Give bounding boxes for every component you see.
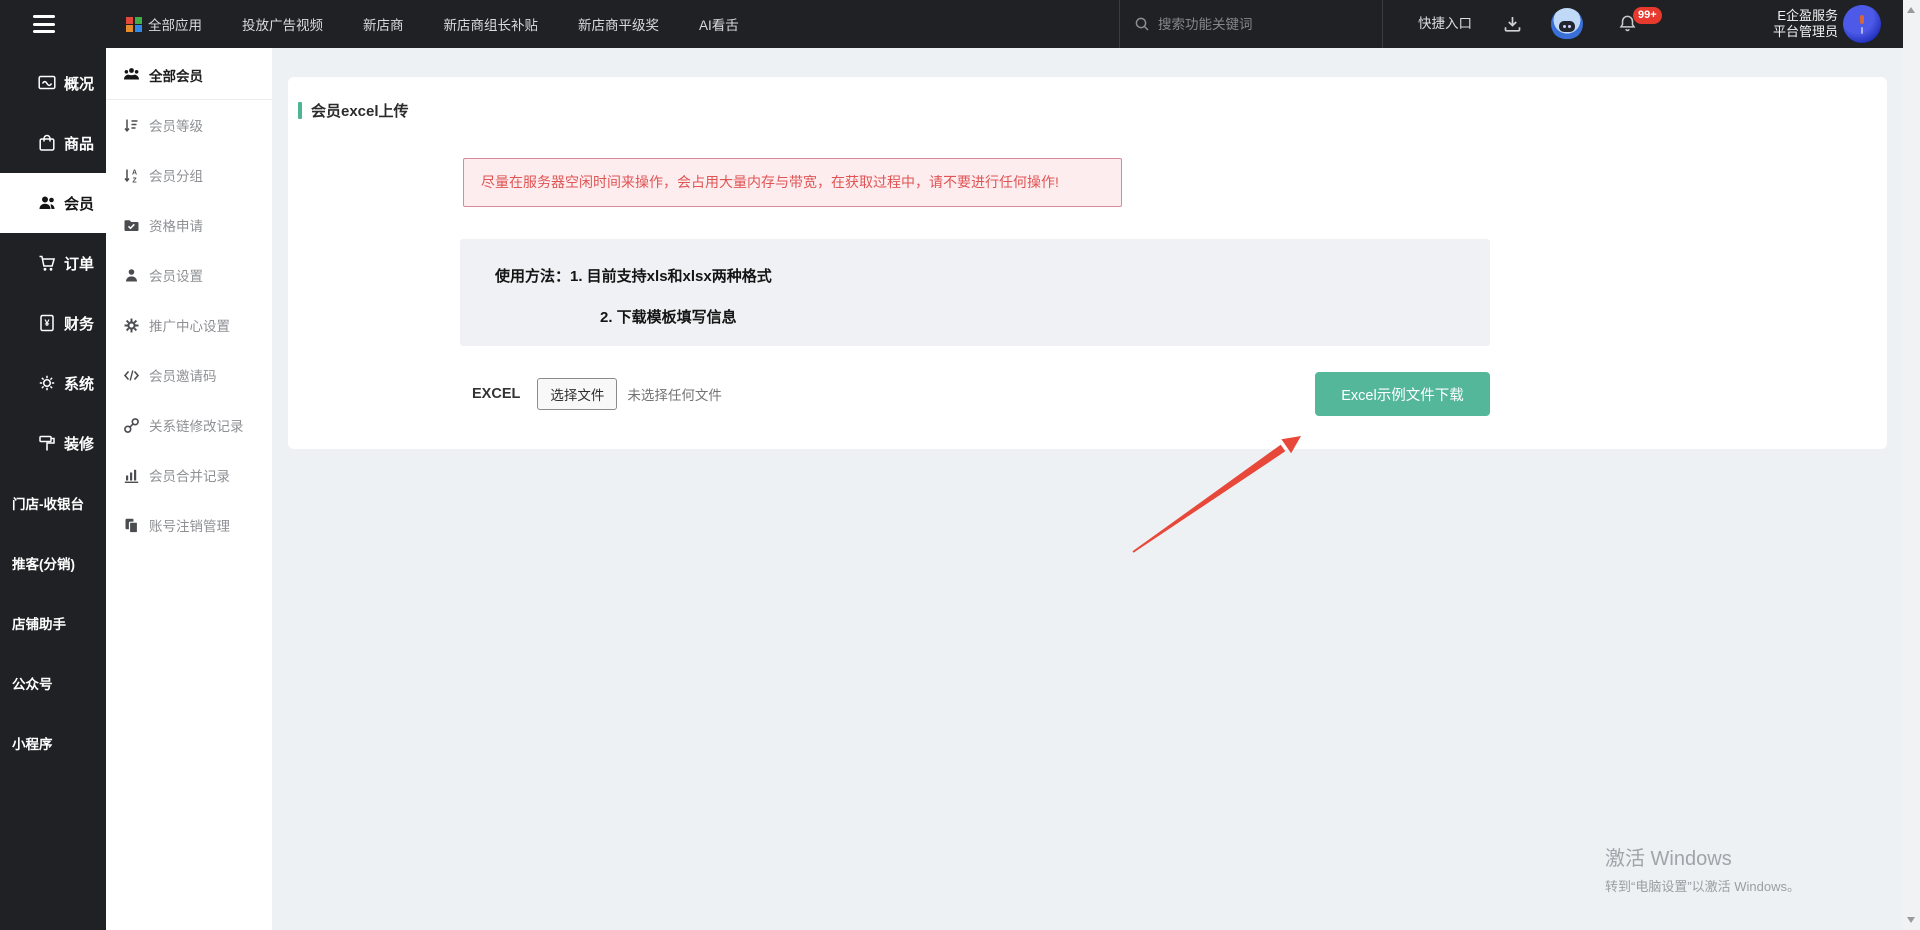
folder-check-icon bbox=[123, 217, 140, 234]
sidebar-item-store-cashier[interactable]: 门店-收银台 bbox=[0, 473, 106, 533]
user-role: 平台管理员 bbox=[1752, 24, 1838, 40]
topbar: 全部应用 投放广告视频 新店商 新店商组长补贴 新店商平级奖 AI看舌 快捷入口… bbox=[0, 0, 1903, 48]
sidebar-item-distribution[interactable]: 推客(分销) bbox=[0, 533, 106, 593]
submenu-member-settings[interactable]: 会员设置 bbox=[106, 250, 272, 300]
chain-link-icon bbox=[123, 417, 140, 434]
sidebar-item-decorate[interactable]: 装修 bbox=[0, 413, 106, 473]
quick-entry-link[interactable]: 快捷入口 bbox=[1418, 0, 1472, 48]
usage-line-2: 2. 下载模板填写信息 bbox=[600, 306, 737, 327]
main-content: 会员excel上传 尽量在服务器空闲时间来操作，会占用大量内存与带宽，在获取过程… bbox=[272, 48, 1903, 930]
member-submenu: 全部会员 会员等级 AZ 会员分组 资格申请 会员设置 推广中心设置 bbox=[106, 48, 272, 930]
scrollbar-down-arrow[interactable] bbox=[1907, 917, 1915, 923]
page-title: 会员excel上传 bbox=[311, 100, 409, 121]
sidebar-item-finance[interactable]: ¥ 财务 bbox=[0, 293, 106, 353]
search-box bbox=[1119, 0, 1383, 48]
nav-all-apps[interactable]: 全部应用 bbox=[126, 14, 202, 34]
no-file-text: 未选择任何文件 bbox=[627, 384, 722, 404]
primary-sidebar: 概况 商品 会员 订单 ¥ 财务 系统 bbox=[0, 48, 106, 930]
sidebar-item-shop-assistant[interactable]: 店铺助手 bbox=[0, 593, 106, 653]
orders-cart-icon bbox=[37, 253, 57, 273]
title-accent-bar bbox=[298, 102, 302, 119]
nav-item-ad-video[interactable]: 投放广告视频 bbox=[242, 14, 323, 34]
usage-line-1: 使用方法：1. 目前支持xls和xlsx两种格式 bbox=[495, 265, 772, 286]
notification-badge: 99+ bbox=[1633, 7, 1662, 24]
sidebar-item-mini-program[interactable]: 小程序 bbox=[0, 713, 106, 773]
submenu-qualification[interactable]: 资格申请 bbox=[106, 200, 272, 250]
svg-text:¥: ¥ bbox=[44, 318, 49, 328]
nav-item-ai-tongue[interactable]: AI看舌 bbox=[699, 14, 739, 34]
page-title-row: 会员excel上传 bbox=[298, 100, 409, 121]
all-members-icon bbox=[123, 66, 140, 83]
submenu-account-cancel[interactable]: 账号注销管理 bbox=[106, 500, 272, 550]
sidebar-item-orders[interactable]: 订单 bbox=[0, 233, 106, 293]
finance-icon: ¥ bbox=[37, 313, 57, 333]
excel-label: EXCEL bbox=[472, 386, 520, 402]
download-icon[interactable] bbox=[1502, 14, 1523, 34]
members-icon bbox=[37, 193, 57, 213]
choose-file-button[interactable]: 选择文件 bbox=[537, 378, 617, 410]
submenu-member-group[interactable]: AZ 会员分组 bbox=[106, 150, 272, 200]
nav-item-group-subsidy[interactable]: 新店商组长补贴 bbox=[444, 14, 539, 34]
nav-all-apps-label: 全部应用 bbox=[148, 14, 202, 34]
goods-icon bbox=[37, 133, 57, 153]
sidebar-item-official-account[interactable]: 公众号 bbox=[0, 653, 106, 713]
submenu-member-level[interactable]: 会员等级 bbox=[106, 100, 272, 150]
nav-item-new-shop[interactable]: 新店商 bbox=[363, 14, 404, 34]
user-info[interactable]: E企盈服务 平台管理员 bbox=[1752, 8, 1838, 40]
search-icon bbox=[1134, 16, 1150, 32]
person-icon bbox=[123, 267, 140, 284]
copy-file-icon bbox=[123, 517, 140, 534]
svg-text:A: A bbox=[132, 169, 137, 176]
gear-icon bbox=[123, 317, 140, 334]
vertical-scrollbar[interactable] bbox=[1903, 0, 1920, 930]
warning-alert: 尽量在服务器空闲时间来操作，会占用大量内存与带宽，在获取过程中，请不要进行任何操… bbox=[463, 158, 1122, 207]
nav-item-peer-award[interactable]: 新店商平级奖 bbox=[578, 14, 659, 34]
search-input[interactable] bbox=[1158, 17, 1358, 32]
system-gear-icon bbox=[37, 373, 57, 393]
code-icon bbox=[123, 367, 140, 384]
apps-grid-icon bbox=[126, 17, 141, 32]
usage-instructions: 使用方法：1. 目前支持xls和xlsx两种格式 2. 下载模板填写信息 bbox=[460, 239, 1490, 346]
sidebar-item-members[interactable]: 会员 bbox=[0, 173, 106, 233]
user-org: E企盈服务 bbox=[1752, 8, 1838, 24]
app-root: 全部应用 投放广告视频 新店商 新店商组长补贴 新店商平级奖 AI看舌 快捷入口… bbox=[0, 0, 1920, 930]
submenu-promotion-settings[interactable]: 推广中心设置 bbox=[106, 300, 272, 350]
submenu-all-members[interactable]: 全部会员 bbox=[106, 50, 272, 100]
assistant-robot-icon[interactable] bbox=[1551, 8, 1583, 40]
submenu-relation-chain[interactable]: 关系链修改记录 bbox=[106, 400, 272, 450]
svg-text:Z: Z bbox=[132, 177, 137, 184]
sort-level-icon bbox=[123, 117, 140, 134]
paint-roller-icon bbox=[37, 433, 57, 453]
sidebar-item-system[interactable]: 系统 bbox=[0, 353, 106, 413]
sidebar-item-overview[interactable]: 概况 bbox=[0, 53, 106, 113]
sort-alpha-icon: AZ bbox=[123, 167, 140, 184]
sidebar-item-goods[interactable]: 商品 bbox=[0, 113, 106, 173]
upload-row: EXCEL 选择文件 未选择任何文件 Excel示例文件下载 bbox=[460, 372, 1490, 416]
excel-upload-card: 会员excel上传 尽量在服务器空闲时间来操作，会占用大量内存与带宽，在获取过程… bbox=[288, 77, 1887, 449]
top-navigation: 全部应用 投放广告视频 新店商 新店商组长补贴 新店商平级奖 AI看舌 bbox=[126, 0, 739, 48]
submenu-merge-record[interactable]: 会员合并记录 bbox=[106, 450, 272, 500]
scrollbar-up-arrow[interactable] bbox=[1907, 7, 1915, 13]
sample-download-button[interactable]: Excel示例文件下载 bbox=[1315, 372, 1490, 416]
bar-chart-icon bbox=[123, 467, 140, 484]
menu-icon[interactable] bbox=[33, 15, 55, 33]
avatar[interactable] bbox=[1843, 5, 1881, 43]
overview-icon bbox=[37, 73, 57, 93]
submenu-invite-code[interactable]: 会员邀请码 bbox=[106, 350, 272, 400]
